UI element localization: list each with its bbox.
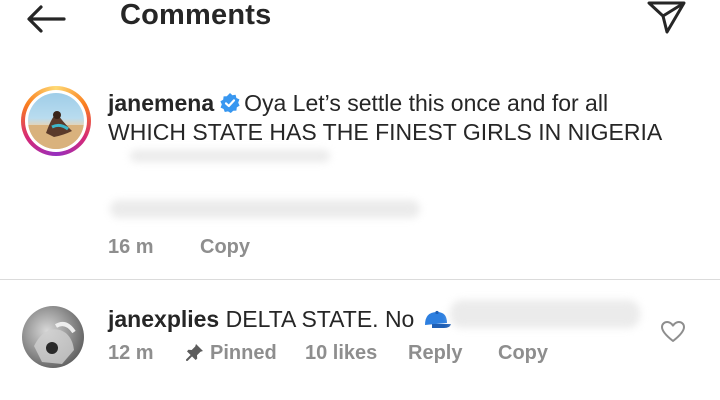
reply-button[interactable]: Reply	[408, 342, 462, 365]
profile-photo	[34, 322, 76, 364]
comment-time: 12 m	[108, 342, 154, 364]
copy-button[interactable]: Copy	[200, 236, 250, 259]
verified-badge-icon	[220, 93, 240, 113]
likes-count[interactable]: 10 likes	[305, 342, 377, 365]
arrow-left-icon[interactable]	[26, 4, 66, 34]
pin-icon	[186, 344, 203, 361]
profile-photo	[28, 111, 84, 149]
post-caption-text: Oya Let’s settle this once and for all	[244, 90, 609, 116]
copy-button[interactable]: Copy	[498, 342, 548, 365]
divider	[0, 279, 720, 280]
post-caption-line-2: WHICH STATE HAS THE FINEST GIRLS IN NIGE…	[108, 119, 663, 145]
blurred-text	[450, 300, 640, 328]
pinned-label: Pinned	[186, 342, 277, 365]
post-username[interactable]: janemena	[108, 90, 214, 116]
comment-username[interactable]: janexplies	[108, 306, 219, 332]
blurred-text	[130, 150, 330, 162]
blue-cap-icon	[425, 310, 452, 328]
post-time: 16 m	[108, 236, 154, 258]
page-title: Comments	[120, 0, 272, 31]
avatar[interactable]	[22, 306, 84, 368]
comment-text: DELTA STATE. No	[225, 306, 415, 332]
comment-line: janexplies DELTA STATE. No	[108, 304, 452, 334]
post-caption-line-1: janemena Oya Let’s settle this once and f…	[108, 88, 608, 118]
avatar[interactable]	[28, 93, 84, 149]
blurred-text	[110, 200, 420, 218]
heart-outline-icon[interactable]	[660, 320, 686, 344]
pinned-text: Pinned	[210, 342, 277, 364]
paper-plane-icon[interactable]	[645, 0, 687, 34]
